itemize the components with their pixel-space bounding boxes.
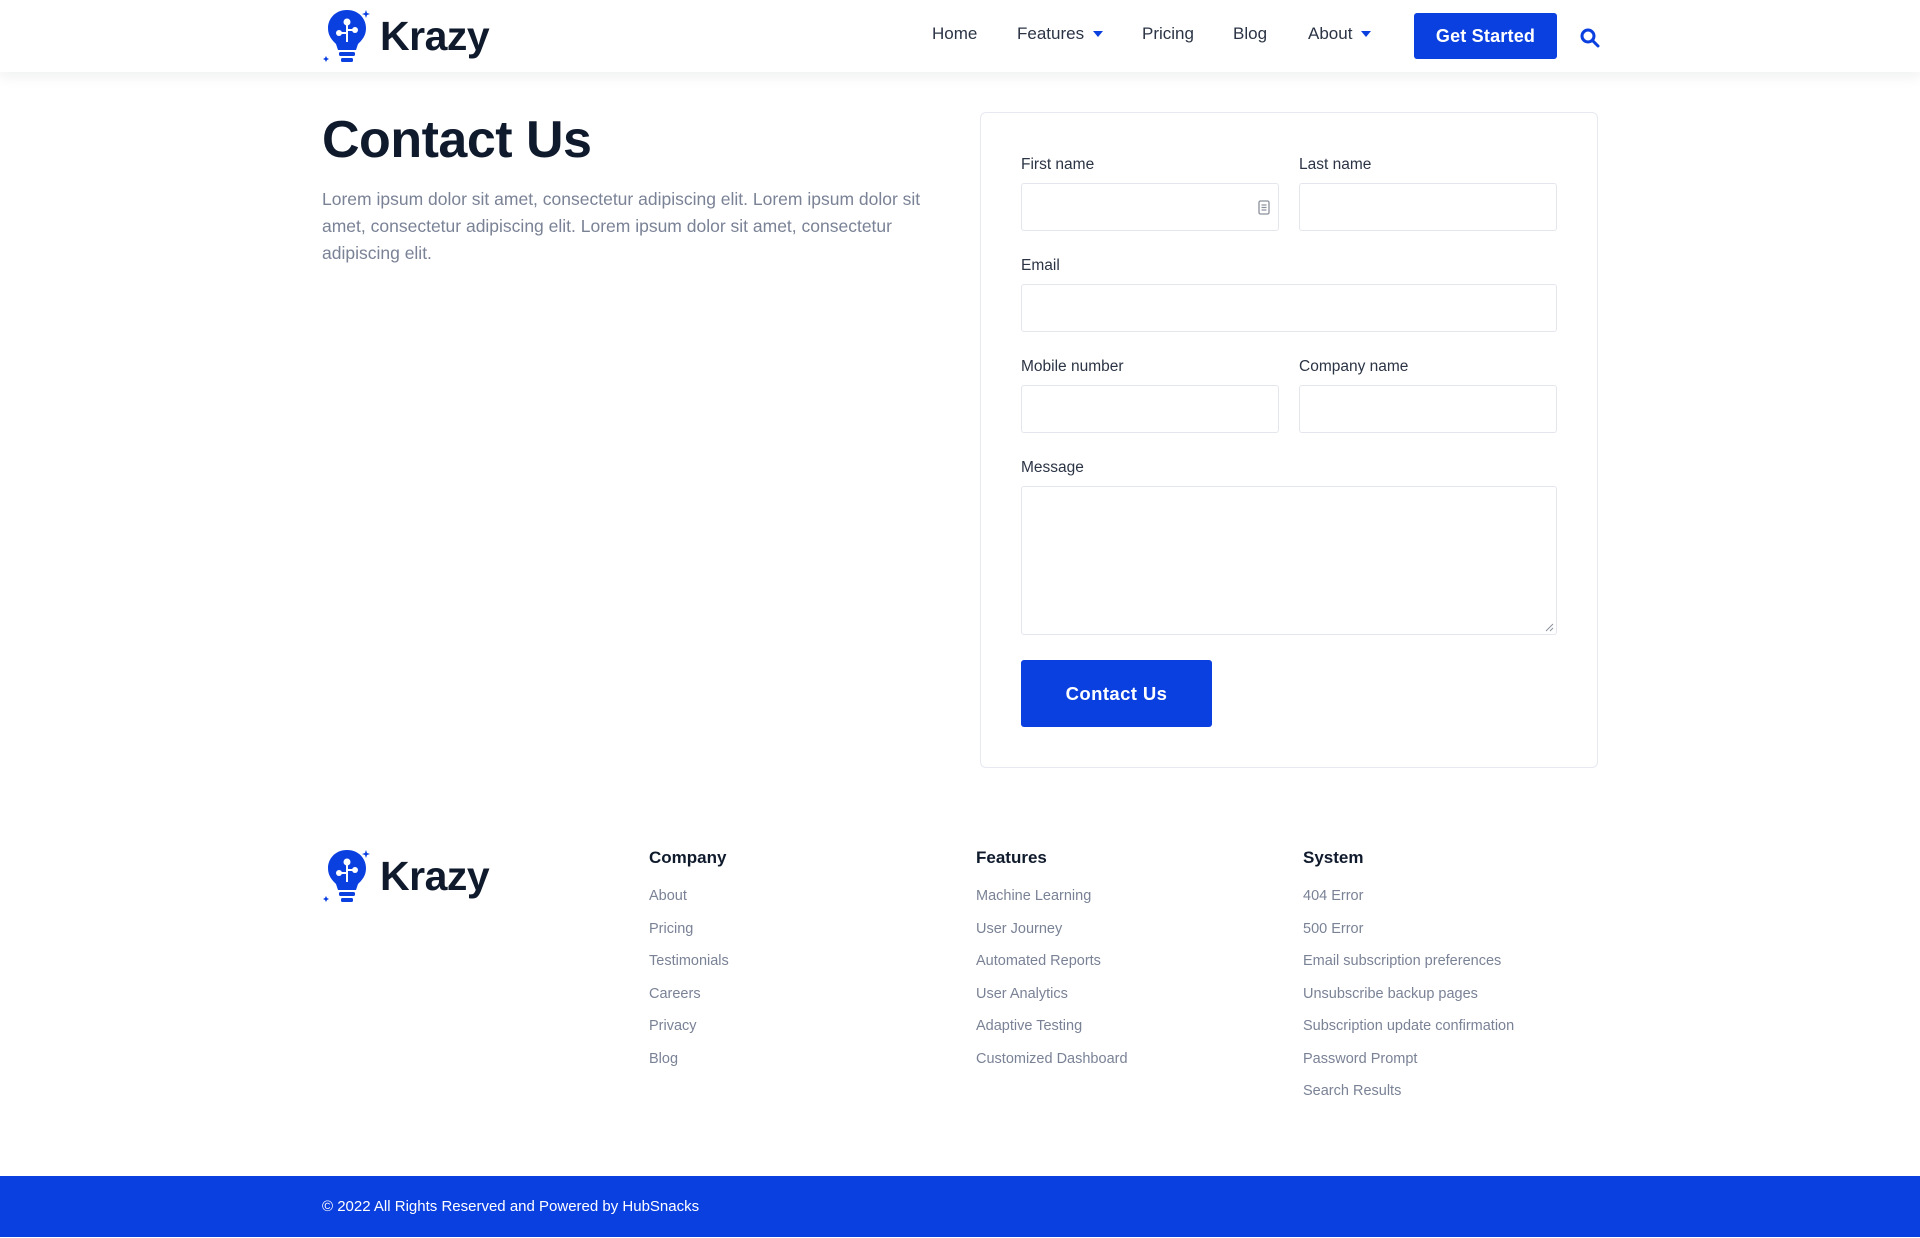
chevron-down-icon [1361,31,1372,37]
lightbulb-logo-icon [323,10,370,62]
footer-link-about[interactable]: About [649,888,729,904]
footer-bottom-bar: © 2022 All Rights Reserved and Powered b… [0,1176,1920,1237]
company-name-label: Company name [1299,358,1409,375]
chevron-down-icon [1093,31,1104,37]
get-started-button[interactable]: Get Started [1414,13,1557,59]
nav-pricing[interactable]: Pricing [1142,24,1194,44]
resize-handle-icon[interactable] [1545,623,1554,632]
footer-column-system: System 404 Error 500 Error Email subscri… [1303,848,1514,1116]
footer-column-company: Company About Pricing Testimonials Caree… [649,848,729,1083]
footer-link-customized-dashboard[interactable]: Customized Dashboard [976,1051,1128,1067]
search-icon[interactable] [1580,28,1600,48]
nav-features[interactable]: Features [1017,24,1104,44]
footer-heading: Features [976,848,1047,867]
brand-logo[interactable]: Krazy [322,6,490,66]
copyright-text: © 2022 All Rights Reserved and Powered b… [322,1198,700,1215]
message-label: Message [1021,459,1084,476]
first-name-label: First name [1021,156,1095,173]
footer-link-search-results[interactable]: Search Results [1303,1083,1514,1099]
footer-link-machine-learning[interactable]: Machine Learning [976,888,1128,904]
nav-pricing-label: Pricing [1142,24,1194,43]
intro-text: Lorem ipsum dolor sit amet, consectetur … [322,189,921,263]
company-name-field[interactable] [1299,385,1557,433]
footer-link-user-journey[interactable]: User Journey [976,921,1128,937]
footer-brand-name: Krazy [380,852,490,899]
email-label: Email [1021,257,1060,274]
footer-link-pricing[interactable]: Pricing [649,921,729,937]
footer-column-features: Features Machine Learning User Journey A… [976,848,1128,1083]
footer-brand-logo[interactable]: Krazy [322,846,490,906]
message-field[interactable] [1021,486,1557,635]
footer-heading: System [1303,848,1364,867]
nav-features-label: Features [1017,24,1085,43]
footer-link-email-subscription-preferences[interactable]: Email subscription preferences [1303,953,1514,969]
page-title: Contact Us [322,111,592,169]
footer-link-subscription-update-confirmation[interactable]: Subscription update confirmation [1303,1018,1514,1034]
nav-about-label: About [1308,24,1353,43]
footer-link-privacy[interactable]: Privacy [649,1018,729,1034]
nav-blog-label: Blog [1233,24,1268,43]
contact-us-button[interactable]: Contact Us [1021,660,1212,727]
mobile-number-field[interactable] [1021,385,1279,433]
contact-card-icon[interactable] [1258,200,1270,215]
footer-link-blog[interactable]: Blog [649,1051,729,1067]
footer-heading: Company [649,848,727,867]
email-field[interactable] [1021,284,1557,332]
footer-link-automated-reports[interactable]: Automated Reports [976,953,1128,969]
brand-name: Krazy [380,12,490,59]
footer-link-500-error[interactable]: 500 Error [1303,921,1514,937]
last-name-label: Last name [1299,156,1372,173]
footer-link-testimonials[interactable]: Testimonials [649,953,729,969]
nav-home-label: Home [932,24,978,43]
footer-link-password-prompt[interactable]: Password Prompt [1303,1051,1514,1067]
footer-link-user-analytics[interactable]: User Analytics [976,986,1128,1002]
site-header: Krazy Home Features Pricing Blog About G… [0,0,1920,72]
first-name-field[interactable] [1021,183,1279,231]
footer-link-unsubscribe-backup-pages[interactable]: Unsubscribe backup pages [1303,986,1514,1002]
lightbulb-logo-icon [323,850,370,902]
nav-about[interactable]: About [1308,24,1372,44]
footer-link-careers[interactable]: Careers [649,986,729,1002]
footer-link-adaptive-testing[interactable]: Adaptive Testing [976,1018,1128,1034]
nav-blog[interactable]: Blog [1233,24,1267,44]
last-name-field[interactable] [1299,183,1557,231]
mobile-number-label: Mobile number [1021,358,1124,375]
footer-link-404-error[interactable]: 404 Error [1303,888,1514,904]
contact-form-card: First name Last name Email Mobile number… [980,112,1598,768]
nav-home[interactable]: Home [932,24,977,44]
